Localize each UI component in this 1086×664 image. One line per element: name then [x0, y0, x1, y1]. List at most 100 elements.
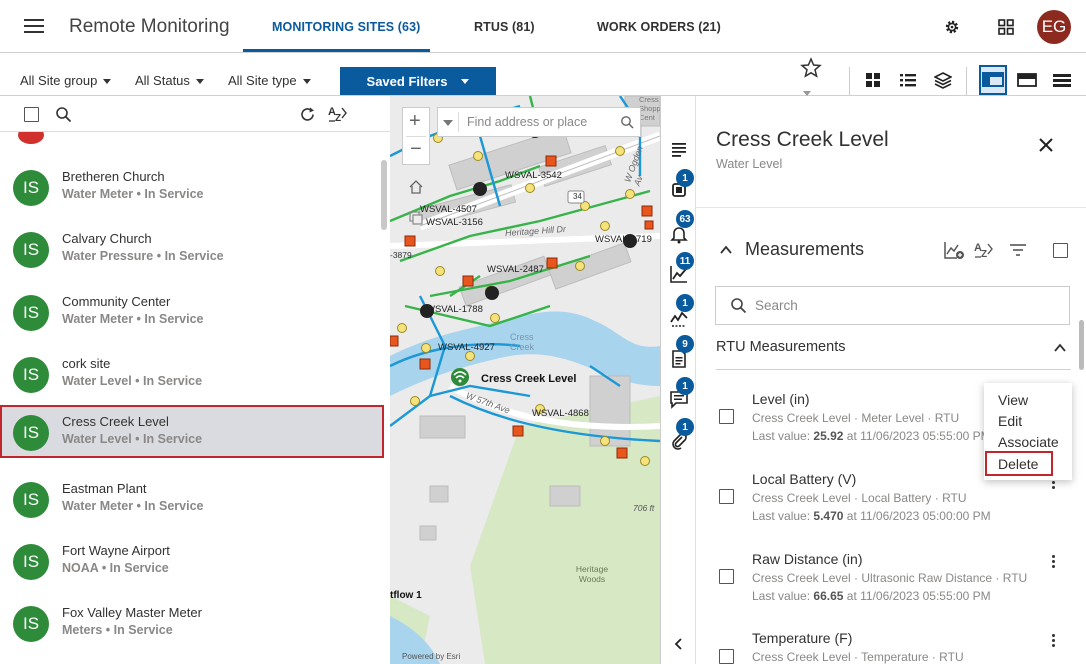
zoom-in-icon[interactable]: +: [409, 110, 421, 132]
map-label: WSVAL-1788: [426, 304, 483, 315]
hamburger-menu-icon[interactable]: [24, 19, 44, 33]
search-source-caret-icon[interactable]: [443, 120, 453, 126]
site-list-item[interactable]: IS Eastman Plant Water Meter • In Servic…: [0, 472, 384, 526]
site-list-item-selected[interactable]: IS Cress Creek Level Water Level • In Se…: [0, 405, 384, 458]
measurement-checkbox[interactable]: [719, 409, 734, 424]
measurement-checkbox[interactable]: [719, 569, 734, 584]
user-avatar[interactable]: EG: [1037, 10, 1071, 44]
select-all-checkbox[interactable]: [24, 107, 39, 122]
site-group-filter-label: All Site group: [20, 73, 98, 88]
list-view-icon[interactable]: [899, 71, 917, 89]
menu-item-view[interactable]: View: [998, 392, 1028, 408]
search-icon[interactable]: [55, 106, 72, 123]
detail-scrollbar[interactable]: [1079, 320, 1084, 370]
site-group-filter[interactable]: All Site group: [20, 73, 112, 88]
refresh-icon[interactable]: [299, 106, 316, 123]
measurement-name[interactable]: Level (in): [752, 391, 810, 407]
site-list-item[interactable]: IS Community Center Water Meter • In Ser…: [0, 285, 384, 339]
add-measurement-chart-icon[interactable]: [943, 240, 965, 260]
tab-monitoring-sites[interactable]: MONITORING SITES (63): [272, 20, 420, 34]
measurement-search-input[interactable]: Search: [755, 298, 798, 313]
favorite-star-icon[interactable]: [800, 57, 822, 79]
site-list-item[interactable]: IS Fort Wayne Airport NOAA • In Service: [0, 534, 384, 588]
tab-rtus[interactable]: RTUS (81): [474, 20, 535, 34]
layout-split-view-button[interactable]: [979, 65, 1007, 95]
site-name: Fox Valley Master Meter: [62, 605, 202, 620]
site-meta: Water Pressure • In Service: [62, 249, 224, 263]
site-list-item[interactable]: IS Fox Valley Master Meter Meters • In S…: [0, 596, 384, 650]
map-search-input[interactable]: Find address or place: [467, 115, 587, 129]
details-list-icon[interactable]: [669, 139, 689, 159]
svg-text:Z: Z: [981, 249, 987, 260]
more-options-icon[interactable]: [1052, 555, 1056, 569]
chevron-up-icon[interactable]: [719, 243, 733, 257]
site-meta: Water Level • In Service: [62, 374, 203, 388]
map-water-label: Cress Creek: [510, 332, 535, 352]
select-all-measurements-checkbox[interactable]: [1053, 243, 1068, 258]
zoom-out-icon[interactable]: −: [410, 138, 422, 160]
map-label: tflow 1: [390, 590, 422, 601]
tile-view-icon[interactable]: [864, 71, 882, 89]
site-name: Eastman Plant: [62, 481, 147, 496]
attachment-count-badge: 1: [676, 418, 694, 436]
sort-az-icon[interactable]: A Z: [973, 240, 995, 260]
measurement-checkbox[interactable]: [719, 489, 734, 504]
site-list-item[interactable]: IS cork site Water Level • In Service: [0, 347, 384, 401]
chevron-up-icon[interactable]: [1053, 341, 1067, 355]
last-value-time: at 11/06/2023 05:55:00 PM: [846, 429, 991, 443]
notes-count-badge: 9: [676, 335, 694, 353]
site-detail-subtitle: Water Level: [716, 157, 783, 171]
status-filter[interactable]: All Status: [135, 73, 204, 88]
panel-divider: [696, 207, 1086, 208]
site-type-filter[interactable]: All Site type: [228, 73, 311, 88]
list-scrollbar[interactable]: [381, 160, 387, 230]
sort-az-icon[interactable]: A Z: [327, 104, 349, 124]
top-bar: Remote Monitoring MONITORING SITES (63) …: [0, 0, 1086, 53]
close-icon[interactable]: [1038, 137, 1054, 153]
layout-table-view-icon[interactable]: [1052, 71, 1072, 89]
site-detail-title: Cress Creek Level: [716, 128, 889, 151]
home-icon[interactable]: [408, 179, 424, 195]
layout-map-view-icon[interactable]: [1017, 71, 1037, 89]
site-meta: NOAA • In Service: [62, 561, 169, 575]
tab-work-orders[interactable]: WORK ORDERS (21): [597, 20, 721, 34]
site-list-item[interactable]: IS Bretheren Church Water Meter • In Ser…: [0, 160, 384, 214]
basemap-gallery-icon[interactable]: [408, 210, 424, 226]
measurement-checkbox[interactable]: [719, 649, 734, 664]
site-avatar: IS: [13, 606, 49, 642]
map-site-label[interactable]: Cress Creek Level: [481, 373, 576, 385]
collapse-chevron-left-icon[interactable]: [669, 634, 689, 654]
rtu-measurements-group-title: RTU Measurements: [716, 339, 846, 355]
site-avatar: IS: [13, 544, 49, 580]
measurement-last-value: Last value: 25.92 at 11/06/2023 05:55:00…: [752, 429, 991, 443]
search-icon[interactable]: [620, 115, 634, 129]
map-view[interactable]: WSVAL-3542 WSVAL-4507 WSVAL-3156 WSVAL-2…: [390, 96, 660, 664]
filter-icon[interactable]: [1009, 242, 1027, 258]
chevron-down-icon: [195, 79, 204, 85]
map-search-box[interactable]: Find address or place: [437, 107, 641, 137]
measurement-name[interactable]: Raw Distance (in): [752, 551, 862, 567]
measurement-last-value: Last value: 66.65 at 11/06/2023 05:55:00…: [752, 589, 991, 603]
site-meta: Water Meter • In Service: [62, 312, 204, 326]
apps-grid-icon[interactable]: [998, 19, 1014, 35]
filter-bar: All Site group All Status All Site type …: [0, 53, 1086, 96]
measurements-section-title: Measurements: [745, 239, 865, 259]
layers-icon[interactable]: [934, 71, 952, 89]
map-label: -3879: [390, 250, 412, 260]
menu-item-associate[interactable]: Associate: [998, 434, 1059, 450]
map-park-label: Heritage Woods: [575, 564, 609, 584]
last-value-number: 25.92: [813, 429, 844, 443]
measurement-name[interactable]: Local Battery (V): [752, 471, 856, 487]
gear-icon[interactable]: [944, 19, 960, 35]
more-options-icon[interactable]: [1052, 634, 1056, 648]
measurement-name[interactable]: Temperature (F): [752, 630, 852, 646]
site-avatar: IS: [13, 482, 49, 518]
site-list-item[interactable]: IS Calvary Church Water Pressure • In Se…: [0, 222, 384, 276]
site-avatar: IS: [13, 170, 49, 206]
menu-item-edit[interactable]: Edit: [998, 413, 1022, 429]
map-label: WSVAL-3542: [505, 170, 562, 181]
saved-filters-button[interactable]: Saved Filters: [340, 67, 496, 95]
site-meta: Meters • In Service: [62, 623, 173, 637]
site-name: Calvary Church: [62, 231, 152, 246]
menu-item-delete[interactable]: Delete: [985, 451, 1053, 476]
